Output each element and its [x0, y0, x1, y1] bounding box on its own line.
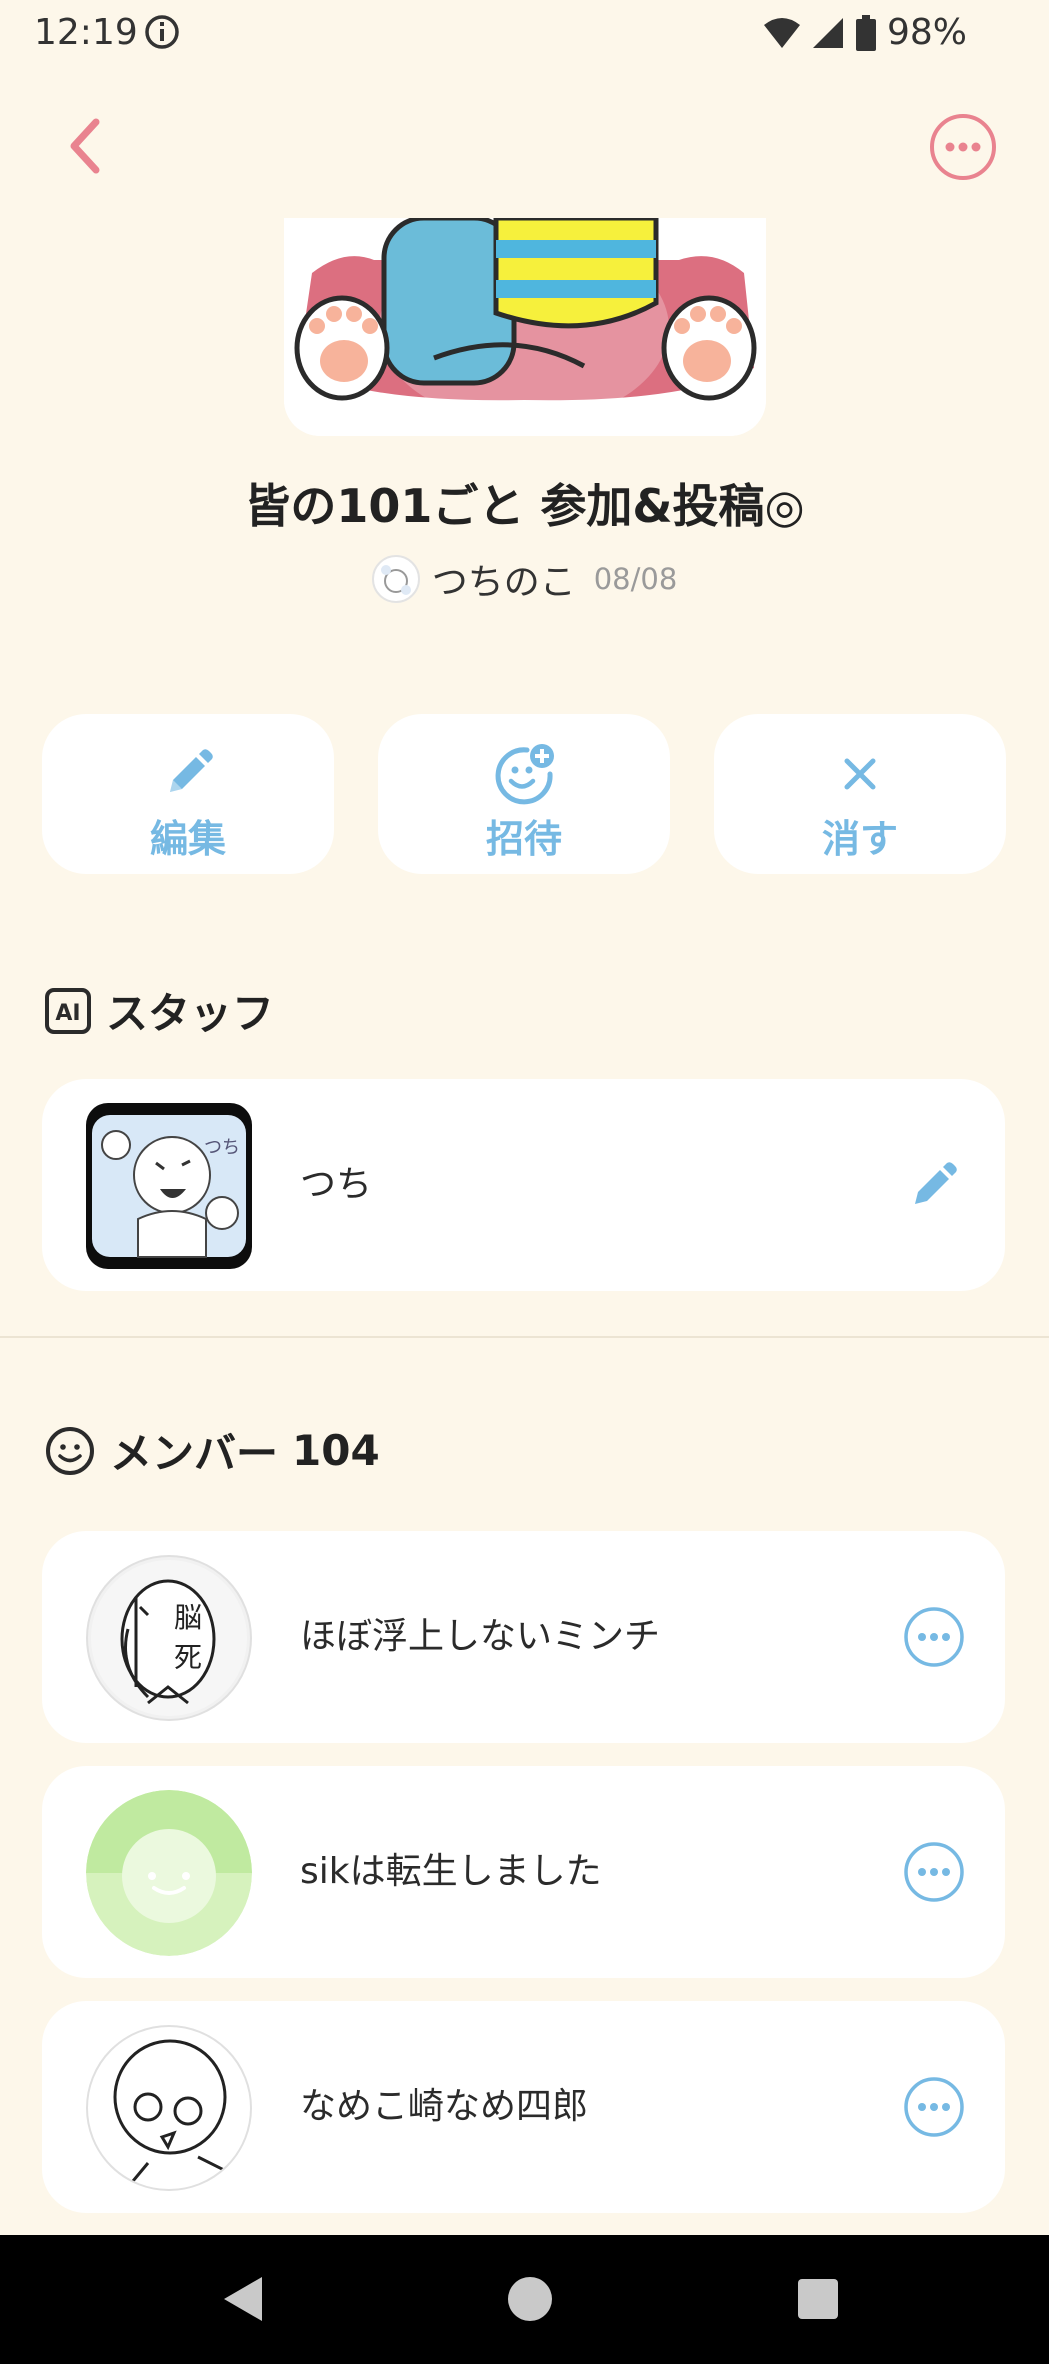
pencil-icon — [170, 749, 213, 792]
invite-button[interactable]: 招待 — [378, 714, 670, 874]
staff-section-header: AI スタッフ — [44, 980, 274, 1041]
svg-text:AI: AI — [55, 1001, 80, 1026]
more-options-button[interactable] — [928, 112, 998, 182]
staff-row[interactable]: つち つち — [42, 1079, 1005, 1291]
member-row[interactable]: なめこ崎なめ四郎 — [42, 2001, 1005, 2213]
author-row[interactable]: つちのこ 08/08 — [0, 553, 1049, 605]
edit-button[interactable]: 編集 — [42, 714, 334, 874]
wifi-icon — [763, 17, 800, 48]
member-more-icon[interactable] — [903, 1841, 965, 1903]
member-section-header: メンバー 104 — [44, 1420, 380, 1481]
member-more-icon[interactable] — [903, 1606, 965, 1668]
svg-text:脳: 脳 — [174, 1601, 202, 1634]
author-avatar[interactable] — [371, 555, 420, 603]
author-name[interactable]: つちのこ — [432, 553, 576, 605]
smile-face-icon — [46, 1426, 94, 1475]
battery-icon — [855, 14, 876, 51]
close-icon — [844, 758, 876, 790]
nav-back-icon[interactable] — [212, 2267, 276, 2331]
section-divider — [0, 1336, 1049, 1338]
invite-face-icon — [495, 744, 554, 805]
edit-pencil-icon[interactable] — [903, 1154, 965, 1216]
delete-button[interactable]: 消す — [714, 714, 1006, 874]
post-date: 08/08 — [593, 562, 678, 596]
member-row[interactable]: sikは転生しました — [42, 1766, 1005, 1978]
staff-name: つち — [300, 1164, 373, 1205]
ai-badge-icon: AI — [45, 987, 91, 1034]
member-avatar[interactable] — [86, 2025, 252, 2191]
edit-label: 編集 — [149, 817, 226, 861]
nav-recents-icon[interactable] — [786, 2267, 850, 2331]
member-count: 104 — [292, 1426, 380, 1475]
group-cover-image — [284, 218, 766, 436]
staff-avatar[interactable]: つち — [86, 1103, 252, 1269]
member-avatar[interactable] — [86, 1790, 252, 1956]
system-nav-bar — [0, 2235, 1049, 2364]
status-indicators: 98% — [763, 12, 967, 53]
member-section-title: メンバー — [110, 1429, 279, 1478]
status-bar: 12:19 98% — [0, 0, 1049, 70]
member-avatar[interactable]: 脳 死 — [86, 1555, 252, 1721]
invite-label: 招待 — [485, 817, 562, 861]
battery-percent: 98% — [886, 12, 967, 53]
info-icon — [145, 15, 179, 49]
staff-section-title: スタッフ — [106, 989, 275, 1038]
status-time: 12:19 — [34, 12, 138, 53]
svg-text:つち: つち — [204, 1137, 240, 1158]
member-more-icon[interactable] — [903, 2076, 965, 2138]
member-name: sikは転生しました — [300, 1851, 602, 1892]
member-row[interactable]: 脳 死 ほぼ浮上しないミンチ — [42, 1531, 1005, 1743]
delete-label: 消す — [821, 817, 898, 861]
signal-icon — [812, 17, 843, 48]
member-name: ほぼ浮上しないミンチ — [300, 1616, 661, 1657]
group-title: 皆の101ごと 参加&投稿◎ — [244, 479, 805, 533]
svg-text:死: 死 — [174, 1641, 202, 1674]
back-button[interactable] — [60, 112, 108, 180]
nav-home-icon[interactable] — [498, 2267, 562, 2331]
member-name: なめこ崎なめ四郎 — [300, 2086, 589, 2127]
